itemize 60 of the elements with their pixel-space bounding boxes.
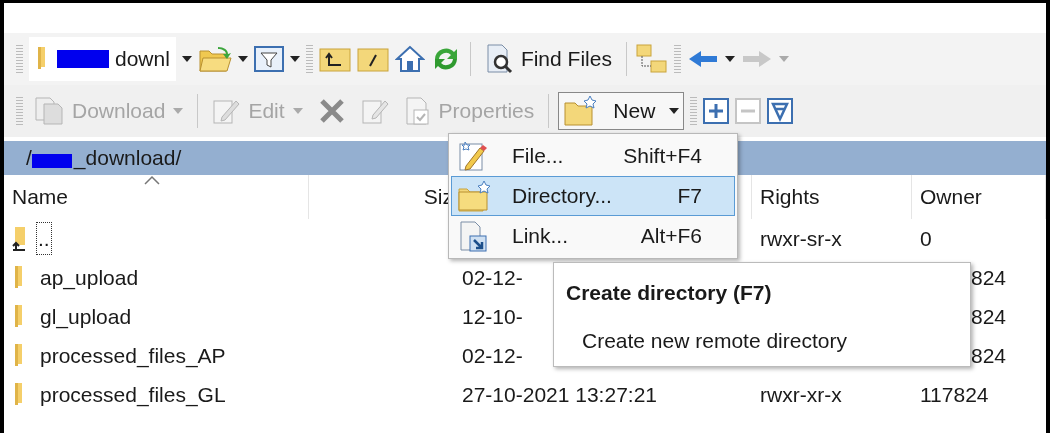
file-name[interactable]: processed_files_AP <box>38 338 228 373</box>
menu-item-label: File... <box>511 143 565 170</box>
column-header[interactable]: Owner <box>920 181 982 213</box>
date-cell-text: 12-10- <box>462 303 523 330</box>
file-name[interactable]: gl_upload <box>38 299 134 334</box>
new-folder-icon <box>457 180 491 212</box>
caret-icon <box>173 108 184 114</box>
caret-icon <box>724 56 735 62</box>
file-name[interactable]: ap_upload <box>38 260 141 295</box>
home-icon[interactable] <box>394 45 425 73</box>
shortcut-text: Alt+F6 <box>640 223 703 250</box>
owner-cell-text: 824 <box>970 264 1006 291</box>
file-name[interactable]: processed_files_GL <box>38 377 228 412</box>
pencil-icon <box>212 97 241 125</box>
properties-icon <box>404 96 431 126</box>
date-cell-text: 27-10-2021 13:27:21 <box>462 381 657 408</box>
menu-item[interactable]: Link... Alt+F6 <box>451 216 735 256</box>
menu-item[interactable]: Directory... F7 <box>451 176 735 216</box>
rights-cell-text: rwxr-sr-x <box>760 225 842 252</box>
menu-item-label: Link... <box>511 223 570 250</box>
column-header[interactable]: Rights <box>760 181 820 213</box>
root-directory-icon[interactable] <box>356 46 389 72</box>
close-icon <box>318 98 345 124</box>
caret-icon <box>292 108 303 114</box>
combo-text: downl <box>115 46 170 73</box>
open-folder-icon[interactable] <box>197 45 232 73</box>
shortcut-text: Shift+F4 <box>623 143 703 170</box>
date-cell-text: 02-12- <box>462 264 523 291</box>
caret-icon <box>237 56 248 62</box>
owner-cell-text: 0 <box>920 225 932 252</box>
file-name[interactable]: .. <box>36 221 52 256</box>
tooltip-text: Create new remote directory <box>581 327 848 354</box>
owner-cell-text: 824 <box>970 303 1006 330</box>
rights-cell-text: rwxr-xr-x <box>760 381 842 408</box>
caret-icon <box>289 56 300 62</box>
dropdown-caret-icon[interactable] <box>181 56 192 62</box>
column-header[interactable]: Name <box>12 181 69 213</box>
caret-icon <box>669 108 680 114</box>
owner-cell-text: 824 <box>970 342 1006 369</box>
tooltip-title: Create directory (F7) <box>566 280 773 306</box>
find-files-icon <box>484 44 513 74</box>
download-icon <box>34 96 64 126</box>
menu-item[interactable]: File... Shift+F4 <box>451 136 735 176</box>
shortcut-text: F7 <box>677 183 703 210</box>
path-text: _download/ <box>73 145 182 172</box>
menu-item-label: Directory... <box>511 183 613 210</box>
directory-tree-icon[interactable] <box>635 43 668 75</box>
date-cell-text: 02-12- <box>462 342 523 369</box>
select-all-icon[interactable] <box>767 98 794 124</box>
filter-icon[interactable] <box>253 45 284 73</box>
rename-icon <box>360 97 389 125</box>
location-combo[interactable]: downl <box>29 37 176 81</box>
parent-directory-icon[interactable] <box>318 46 351 72</box>
owner-cell-text: 117824 <box>920 381 989 408</box>
find-files-button[interactable]: Find Files <box>479 40 617 78</box>
caret-icon <box>778 56 789 62</box>
plus-icon[interactable] <box>703 98 730 124</box>
path-text: / <box>26 145 32 172</box>
new-button[interactable]: New <box>558 92 685 130</box>
parent-folder-icon <box>12 225 26 252</box>
